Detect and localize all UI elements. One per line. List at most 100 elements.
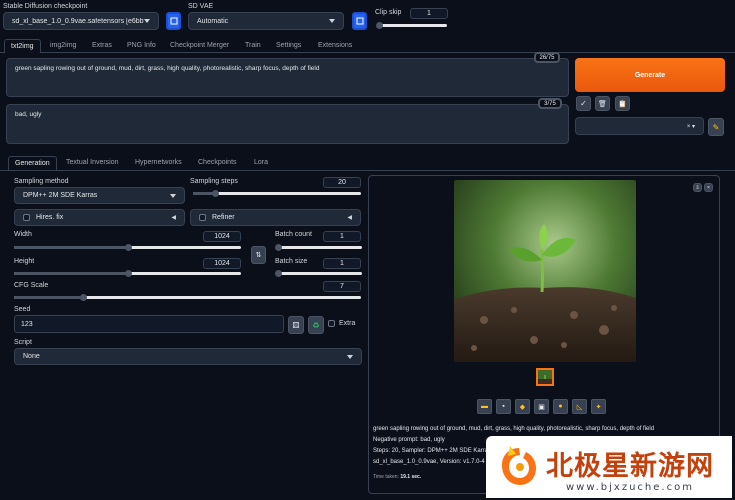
info-prompt: green sapling rowing out of ground, mud,… [373, 426, 655, 432]
script-label: Script [14, 339, 32, 346]
negative-prompt-textarea[interactable]: bad, ugly [6, 104, 569, 144]
checkpoint-dropdown[interactable]: sd_xl_base_1.0_0.9vae.safetensors [e6bb9… [3, 12, 159, 30]
tab-img2img[interactable]: img2img [50, 42, 76, 49]
batch-size-label: Batch size [275, 258, 308, 265]
negative-token-counter: 3/75 [538, 98, 562, 109]
cfg-scale-input[interactable]: 7 [323, 281, 361, 292]
clipboard-icon: 📋 [618, 100, 627, 108]
vae-value: Automatic [197, 17, 229, 25]
download-image-button[interactable]: ⇩ [693, 183, 702, 192]
refiner-accordion[interactable]: Refiner ◀ [190, 209, 361, 226]
height-input[interactable]: 1024 [203, 258, 241, 269]
time-taken: Time taken: 19.1 sec. [373, 474, 421, 480]
open-folder-button[interactable]: ▬ [477, 399, 492, 414]
script-dropdown[interactable]: None [14, 348, 362, 365]
reuse-seed-button[interactable]: ♻ [308, 316, 324, 334]
edit-styles-button[interactable]: ✎ [708, 118, 724, 136]
vae-dropdown[interactable]: Automatic [188, 12, 344, 30]
random-seed-button[interactable]: ⚄ [288, 316, 304, 334]
save-icon: ▪ [502, 403, 505, 410]
tab-png-info[interactable]: PNG Info [127, 42, 156, 49]
seed-input[interactable]: 123 [14, 315, 284, 333]
clip-skip-input[interactable]: 1 [410, 8, 448, 19]
tab-textual-inversion[interactable]: Textual Inversion [66, 159, 119, 166]
sampling-method-value: DPM++ 2M SDE Karras [23, 192, 98, 199]
chevron-down-icon [170, 193, 176, 198]
hires-fix-accordion[interactable]: Hires. fix ◀ [14, 209, 185, 226]
styles-dropdown[interactable]: × ▾ [575, 117, 704, 135]
chevron-down-icon [347, 354, 353, 359]
save-button[interactable]: ▪ [496, 399, 511, 414]
prompt-token-counter: 26/75 [534, 52, 560, 63]
hires-fix-label: Hires. fix [36, 214, 64, 221]
clip-skip-slider[interactable] [376, 22, 447, 29]
width-slider[interactable] [14, 244, 241, 251]
dice-icon: ⚄ [292, 320, 300, 330]
tab-lora[interactable]: Lora [254, 159, 268, 166]
tab-checkpoints[interactable]: Checkpoints [198, 159, 237, 166]
batch-count-input[interactable]: 1 [323, 231, 361, 242]
refiner-label: Refiner [212, 214, 235, 221]
chevron-down-icon [329, 19, 335, 23]
sapling-image [454, 180, 636, 362]
tab-checkpoint-merger[interactable]: Checkpoint Merger [170, 42, 229, 49]
thumbnail-sapling [538, 370, 552, 384]
prompt-textarea[interactable]: green sapling rowing out of ground, mud,… [6, 58, 569, 97]
refiner-checkbox[interactable] [199, 214, 206, 221]
width-label: Width [14, 231, 32, 238]
extra-seed-option[interactable]: Extra [328, 320, 355, 327]
info-negative-prompt: Negative prompt: bad, ugly [373, 437, 445, 443]
palette-icon: ● [558, 403, 563, 410]
clipboard-button[interactable]: 📋 [615, 96, 630, 111]
cfg-scale-slider[interactable] [14, 294, 361, 301]
info-steps: Steps: 20, Sampler: DPM++ 2M SDE Karras [373, 448, 492, 454]
zip-button[interactable]: ◆ [515, 399, 530, 414]
generate-button[interactable]: Generate [575, 58, 725, 92]
batch-size-input[interactable]: 1 [323, 258, 361, 269]
tab-hypernetworks[interactable]: Hypernetworks [135, 159, 182, 166]
recycle-icon: ♻ [312, 320, 320, 330]
tab-settings[interactable]: Settings [276, 42, 301, 49]
output-toolbar: ▬ ▪ ◆ ▣ ● ◺ ✦ [477, 399, 606, 414]
send-to-inpaint-button[interactable]: ● [553, 399, 568, 414]
info-model: sd_xl_base_1.0_0.9vae, Version: v1.7.0-4 [373, 459, 485, 465]
hires-fix-checkbox[interactable] [23, 214, 30, 221]
tab-extras[interactable]: Extras [92, 42, 112, 49]
apply-style-button[interactable]: ✓ [576, 96, 591, 111]
width-input[interactable]: 1024 [203, 231, 241, 242]
refresh-icon [356, 17, 363, 25]
close-icon: × [707, 184, 710, 191]
negative-prompt-text: bad, ugly [15, 111, 42, 118]
sampling-steps-input[interactable]: 20 [323, 177, 361, 188]
batch-size-slider[interactable] [275, 270, 362, 277]
send-to-img2img-button[interactable]: ▣ [534, 399, 549, 414]
refresh-vae-button[interactable] [352, 12, 367, 30]
tab-extensions[interactable]: Extensions [318, 42, 352, 49]
sampling-steps-slider[interactable] [193, 190, 361, 197]
send-to-extras-button[interactable]: ◺ [572, 399, 587, 414]
swap-dimensions-button[interactable]: ⇅ [251, 246, 266, 264]
tab-txt2img[interactable]: txt2img [4, 39, 41, 53]
clear-styles-icon[interactable]: × ▾ [687, 123, 695, 130]
watermark-url: www.bjxzuche.com [566, 482, 694, 493]
tab-train[interactable]: Train [245, 42, 261, 49]
refresh-checkpoint-button[interactable] [166, 12, 181, 30]
time-taken-label: Time taken: [373, 474, 399, 480]
collapse-triangle-icon: ◀ [171, 215, 176, 221]
thumbnail-image[interactable] [536, 368, 554, 386]
folder-icon: ▬ [481, 403, 488, 410]
batch-count-slider[interactable] [275, 244, 362, 251]
close-image-button[interactable]: × [704, 183, 713, 192]
script-value: None [23, 353, 40, 360]
sampling-method-dropdown[interactable]: DPM++ 2M SDE Karras [14, 187, 185, 204]
tab-generation[interactable]: Generation [8, 156, 57, 170]
clear-prompt-button[interactable]: 🗑 [595, 96, 610, 111]
upscale-button[interactable]: ✦ [591, 399, 606, 414]
chevron-down-icon [144, 19, 150, 23]
seed-label: Seed [14, 306, 31, 313]
height-label: Height [14, 258, 35, 265]
height-slider[interactable] [14, 270, 241, 277]
generated-image[interactable] [454, 180, 636, 362]
extra-checkbox[interactable] [328, 320, 335, 327]
extra-label: Extra [339, 320, 356, 327]
